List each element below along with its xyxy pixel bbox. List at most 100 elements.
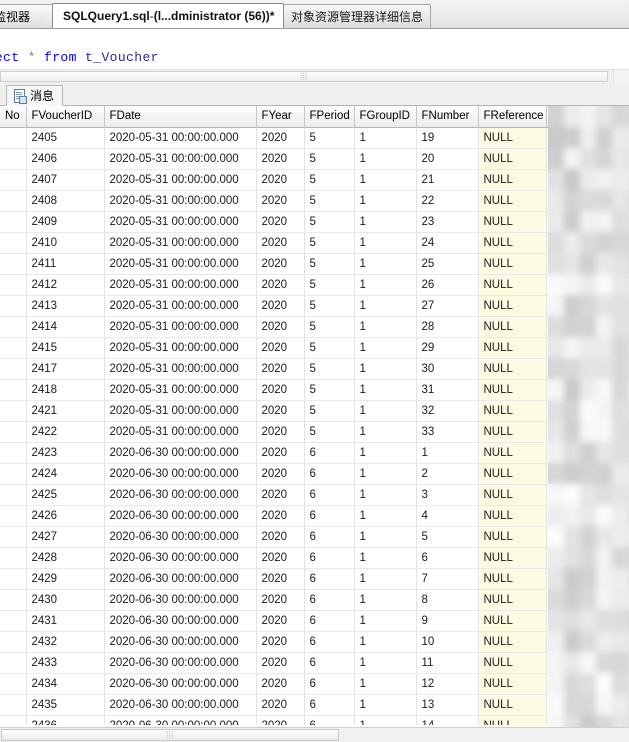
cell-ref[interactable]: NULL — [478, 463, 547, 485]
cell-date[interactable]: 2020-05-31 00:00:00.000 — [104, 274, 257, 296]
cell-expl[interactable]: 结转 — [546, 421, 629, 443]
cell-ref[interactable]: NULL — [478, 358, 547, 380]
cell-group[interactable]: 1 — [354, 547, 417, 569]
cell-expl[interactable]: 计提 — [546, 379, 629, 401]
cell-num[interactable]: 7 — [416, 568, 479, 590]
cell-group[interactable]: 1 — [354, 463, 417, 485]
cell-period[interactable]: 5 — [304, 295, 355, 317]
cell-vid[interactable]: 2428 — [26, 547, 105, 569]
cell-period[interactable]: 5 — [304, 421, 355, 443]
grid-horizontal-scrollbar[interactable]: ⦙⦙⦙ — [0, 727, 629, 742]
results-grid[interactable]: No FVoucherID FDate FYear FPeriod FGroup… — [0, 106, 629, 725]
cell-year[interactable]: 2020 — [256, 253, 305, 275]
cell-year[interactable]: 2020 — [256, 190, 305, 212]
cell-vid[interactable]: 2413 — [26, 295, 105, 317]
cell-group[interactable]: 1 — [354, 505, 417, 527]
cell-year[interactable]: 2020 — [256, 673, 305, 695]
cell-date[interactable]: 2020-05-31 00:00:00.000 — [104, 316, 257, 338]
cell-num[interactable]: 23 — [416, 211, 479, 233]
cell-group[interactable]: 1 — [354, 253, 417, 275]
cell-period[interactable]: 5 — [304, 127, 355, 149]
cell-year[interactable]: 2020 — [256, 379, 305, 401]
cell-expl[interactable]: 丁效 — [546, 169, 629, 191]
cell-num[interactable]: 28 — [416, 316, 479, 338]
table-row[interactable]: 2430 2020-06-30 00:00:00.000 2020 6 1 8 NULL 购水 — [0, 589, 629, 611]
cell-ref[interactable]: NULL — [478, 568, 547, 590]
cell-rowno[interactable] — [0, 169, 27, 191]
tab-messages[interactable]: 消息 — [6, 85, 64, 106]
cell-num[interactable]: 14 — [416, 715, 479, 725]
cell-ref[interactable]: NULL — [478, 190, 547, 212]
table-row[interactable]: 2428 2020-06-30 00:00:00.000 2020 6 1 6 NULL 购置 — [0, 547, 629, 569]
cell-vid[interactable]: 2436 — [26, 715, 105, 725]
cell-num[interactable]: 21 — [416, 169, 479, 191]
cell-group[interactable]: 1 — [354, 484, 417, 506]
table-row[interactable]: 2413 2020-05-31 00:00:00.000 2020 5 1 27 NULL 葛… — [0, 295, 629, 317]
cell-ref[interactable]: NULL — [478, 484, 547, 506]
cell-group[interactable]: 1 — [354, 316, 417, 338]
cell-num[interactable]: 6 — [416, 547, 479, 569]
cell-period[interactable]: 6 — [304, 442, 355, 464]
cell-group[interactable]: 1 — [354, 148, 417, 170]
cell-group[interactable]: 1 — [354, 694, 417, 716]
cell-year[interactable]: 2020 — [256, 316, 305, 338]
cell-vid[interactable]: 2435 — [26, 694, 105, 716]
cell-date[interactable]: 2020-06-30 00:00:00.000 — [104, 442, 257, 464]
cell-num[interactable]: 30 — [416, 358, 479, 380]
cell-ref[interactable]: NULL — [478, 652, 547, 674]
table-row[interactable]: 2435 2020-06-30 00:00:00.000 2020 6 1 13 NULL 幼… — [0, 694, 629, 716]
cell-num[interactable]: 3 — [416, 484, 479, 506]
cell-year[interactable]: 2020 — [256, 652, 305, 674]
cell-year[interactable]: 2020 — [256, 169, 305, 191]
cell-rowno[interactable] — [0, 547, 27, 569]
cell-date[interactable]: 2020-06-30 00:00:00.000 — [104, 631, 257, 653]
cell-ref[interactable]: NULL — [478, 274, 547, 296]
cell-expl[interactable]: 购水 — [546, 589, 629, 611]
cell-ref[interactable]: NULL — [478, 505, 547, 527]
cell-period[interactable]: 5 — [304, 169, 355, 191]
cell-vid[interactable]: 2406 — [26, 148, 105, 170]
column-header-fdate[interactable]: FDate — [104, 106, 257, 128]
cell-vid[interactable]: 2427 — [26, 526, 105, 548]
column-header-freference[interactable]: FReference — [478, 106, 547, 128]
cell-expl[interactable]: 张云 — [546, 190, 629, 212]
cell-ref[interactable]: NULL — [478, 232, 547, 254]
cell-period[interactable]: 6 — [304, 505, 355, 527]
cell-expl[interactable]: 202 — [546, 316, 629, 338]
cell-expl[interactable]: 魏云 — [546, 148, 629, 170]
table-row[interactable]: 2409 2020-05-31 00:00:00.000 2020 5 1 23 NULL 冯… — [0, 211, 629, 233]
cell-num[interactable]: 2 — [416, 463, 479, 485]
cell-rowno[interactable] — [0, 316, 27, 338]
cell-rowno[interactable] — [0, 295, 27, 317]
cell-num[interactable]: 20 — [416, 148, 479, 170]
cell-ref[interactable]: NULL — [478, 169, 547, 191]
table-row[interactable]: 2417 2020-05-31 00:00:00.000 2020 5 1 30 NULL 补… — [0, 358, 629, 380]
cell-vid[interactable]: 2426 — [26, 505, 105, 527]
cell-year[interactable]: 2020 — [256, 442, 305, 464]
cell-group[interactable]: 1 — [354, 442, 417, 464]
cell-group[interactable]: 1 — [354, 169, 417, 191]
table-row[interactable]: 2426 2020-06-30 00:00:00.000 2020 6 1 4 NULL 二教 — [0, 505, 629, 527]
cell-group[interactable]: 1 — [354, 568, 417, 590]
cell-rowno[interactable] — [0, 274, 27, 296]
cell-rowno[interactable] — [0, 211, 27, 233]
cell-date[interactable]: 2020-06-30 00:00:00.000 — [104, 463, 257, 485]
cell-date[interactable]: 2020-05-31 00:00:00.000 — [104, 379, 257, 401]
column-header-fvoucherid[interactable]: FVoucherID — [26, 106, 105, 128]
cell-date[interactable]: 2020-06-30 00:00:00.000 — [104, 505, 257, 527]
cell-rowno[interactable] — [0, 127, 27, 149]
cell-group[interactable]: 1 — [354, 379, 417, 401]
grid-scrollbar-thumb[interactable]: ⦙⦙⦙ — [1, 729, 339, 741]
cell-expl[interactable]: 购置 — [546, 547, 629, 569]
cell-date[interactable]: 2020-05-31 00:00:00.000 — [104, 253, 257, 275]
cell-expl[interactable]: 高三 — [546, 442, 629, 464]
cell-expl[interactable]: 关鹏 — [546, 232, 629, 254]
table-row[interactable]: 2433 2020-06-30 00:00:00.000 2020 6 1 11 NULL 财… — [0, 652, 629, 674]
column-header-fgroupid[interactable]: FGroupID — [354, 106, 417, 128]
cell-vid[interactable]: 2412 — [26, 274, 105, 296]
cell-expl[interactable]: 财务 — [546, 652, 629, 674]
cell-year[interactable]: 2020 — [256, 505, 305, 527]
cell-vid[interactable]: 2418 — [26, 379, 105, 401]
cell-rowno[interactable] — [0, 631, 27, 653]
table-row[interactable]: 2424 2020-06-30 00:00:00.000 2020 6 1 2 NULL 其他 — [0, 463, 629, 485]
